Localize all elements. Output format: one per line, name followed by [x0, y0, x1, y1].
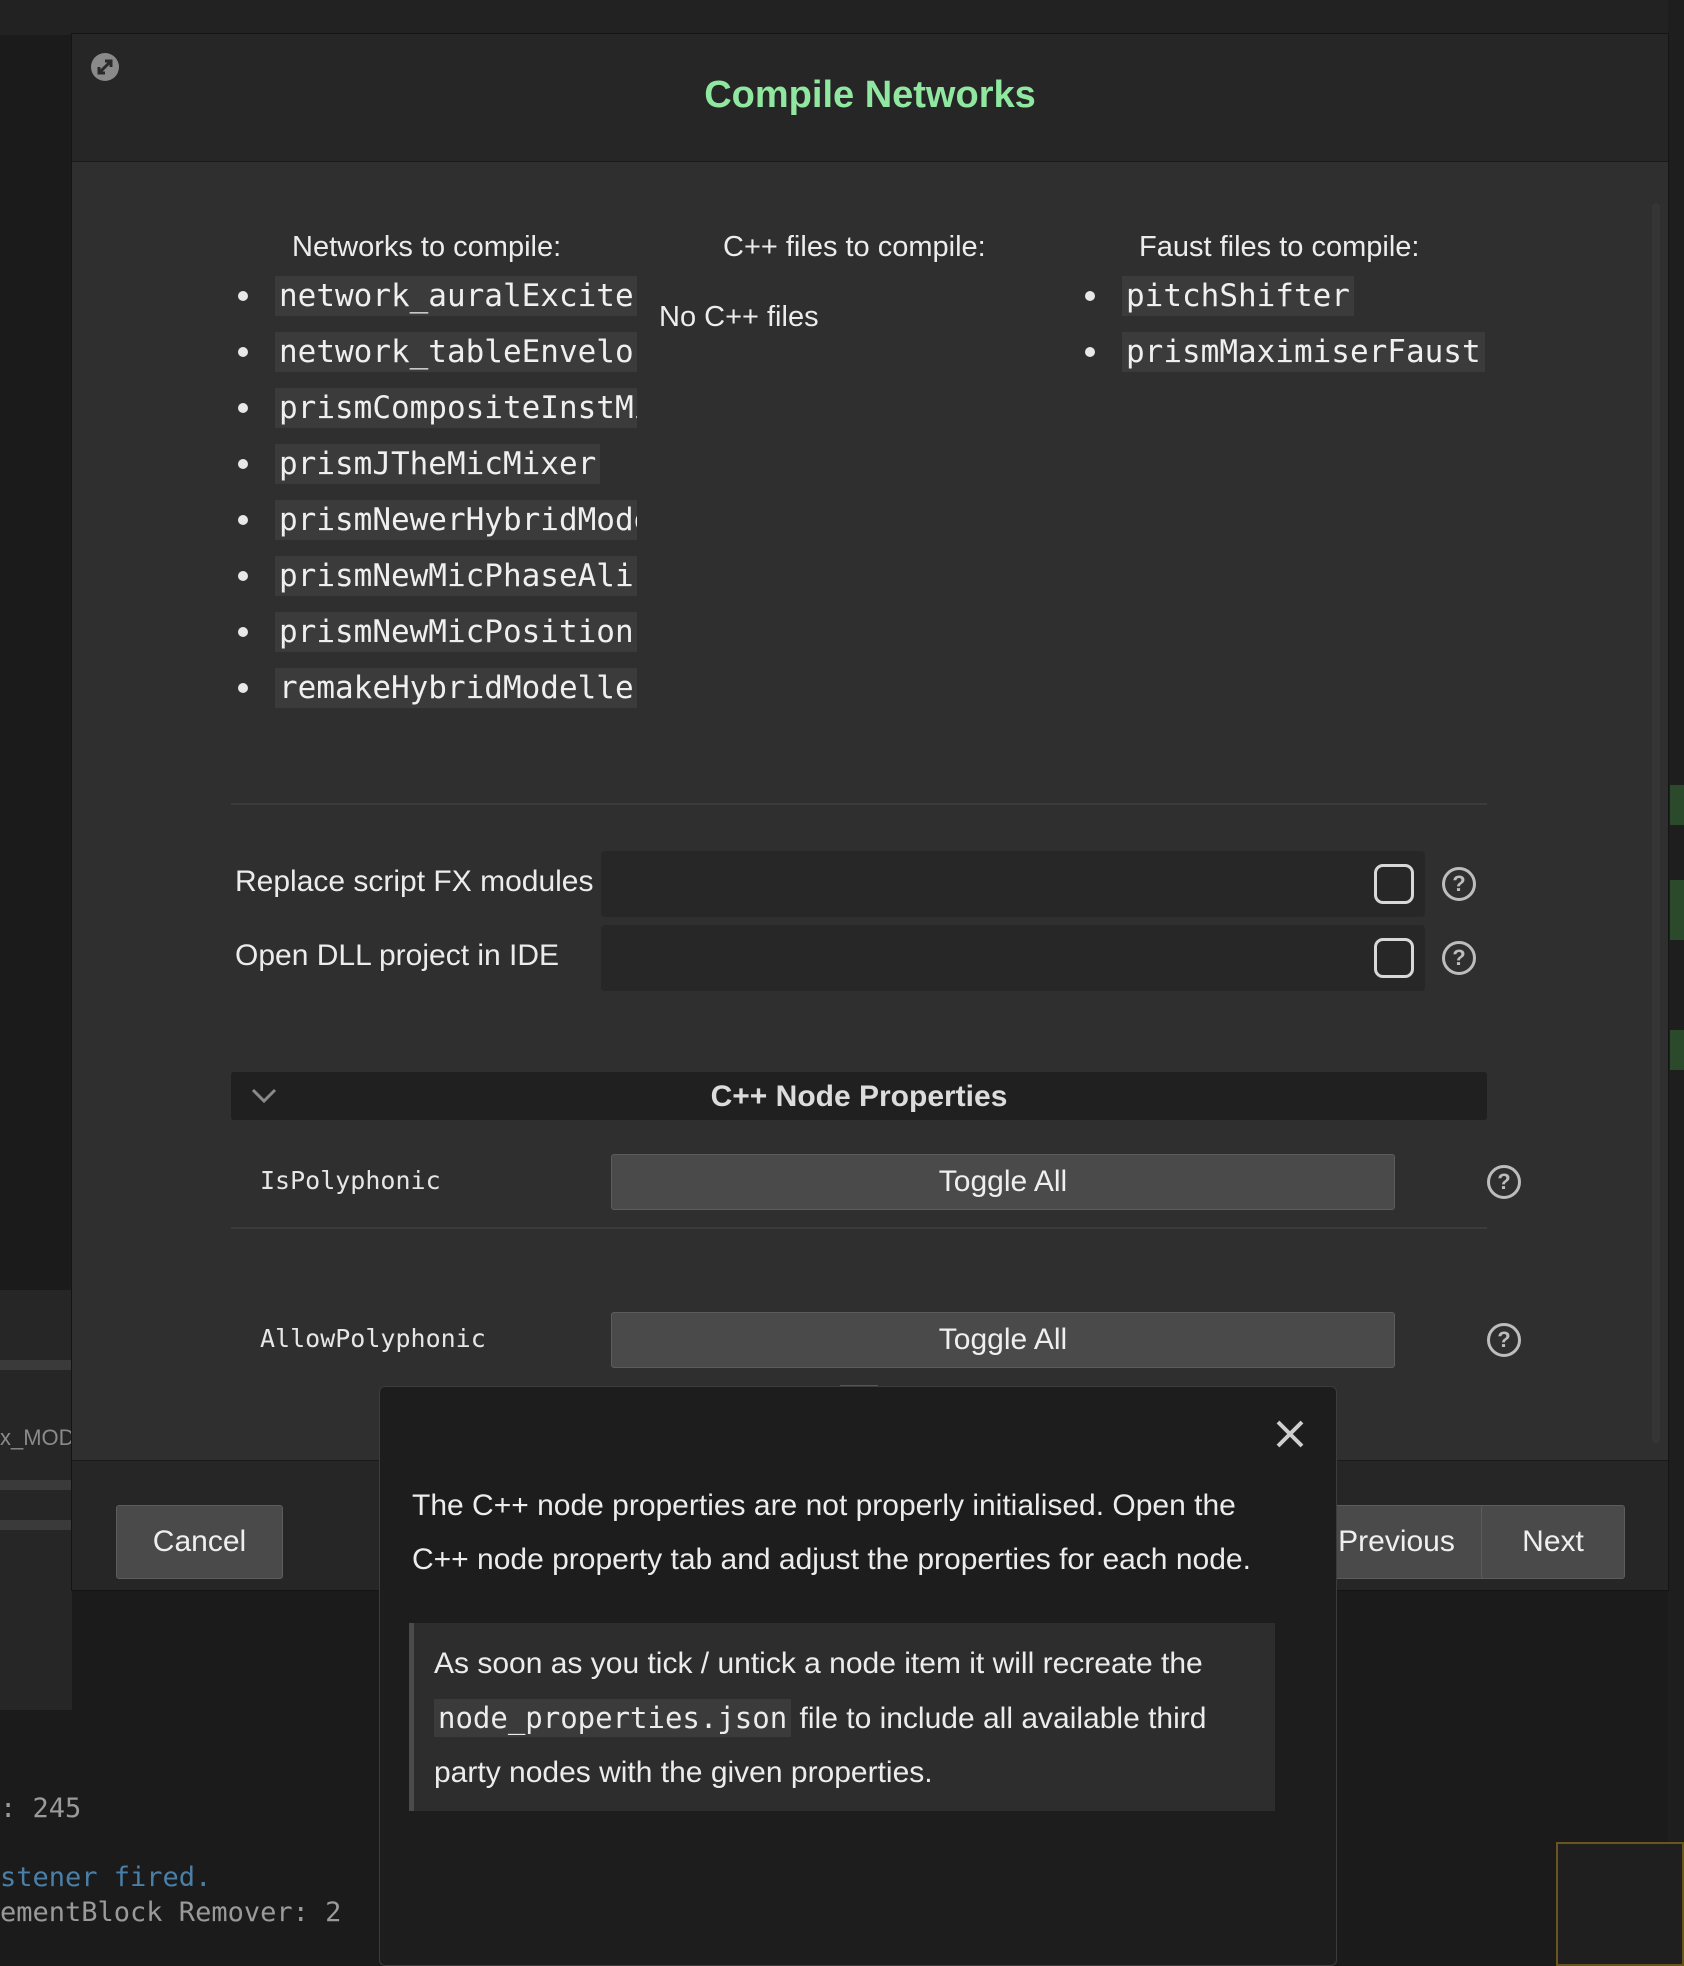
list-item: pitchShifter: [1085, 268, 1485, 324]
dialog-body: Networks to compile: network_auralExcite…: [72, 163, 1668, 1460]
network-name: network_tableEnvelo: [275, 332, 637, 372]
list-item: network_auralExcite: [238, 268, 637, 324]
background-module-label: x_MOD: [0, 1425, 75, 1450]
cancel-button[interactable]: Cancel: [116, 1505, 283, 1579]
list-item: prismMaximiserFaust: [1085, 324, 1485, 380]
dialog-header: Compile Networks: [72, 34, 1668, 162]
cpp-heading: C++ files to compile:: [723, 231, 986, 263]
background-right-strip: [1670, 785, 1684, 825]
popup-note: As soon as you tick / untick a node item…: [409, 1623, 1275, 1811]
popup-message: The C++ node properties are not properly…: [412, 1489, 1251, 1576]
note-text: As soon as you tick / untick a node item…: [434, 1647, 1203, 1680]
replace-script-fx-checkbox[interactable]: [1374, 864, 1414, 904]
scrollbar[interactable]: [1652, 203, 1660, 1443]
console-line: ementBlock Remover: 2: [0, 1897, 342, 1928]
property-name: IsPolyphonic: [260, 1166, 441, 1195]
background-left-bar: [0, 1480, 72, 1490]
network-name: prismJTheMicMixer: [275, 444, 601, 484]
bullet: [238, 291, 248, 301]
property-name: AllowPolyphonic: [260, 1324, 486, 1353]
network-name: prismCompositeInstMi: [275, 388, 637, 428]
background-console: : 245 stener fired. ementBlock Remover: …: [0, 1780, 380, 1966]
section-title: C++ Node Properties: [710, 1080, 1008, 1113]
list-item: prismNewMicPhaseAli: [238, 548, 637, 604]
bullet: [238, 347, 248, 357]
list-item: prismCompositeInstMi: [238, 380, 637, 436]
help-icon[interactable]: ?: [1442, 867, 1476, 901]
network-name: prismNewMicPosition: [275, 612, 637, 652]
background-right-strip: [1670, 880, 1684, 940]
background-node: [1556, 1842, 1684, 1966]
close-icon[interactable]: [1273, 1417, 1307, 1451]
dialog-title: Compile Networks: [704, 74, 1036, 116]
toggle-all-button[interactable]: Toggle All: [611, 1154, 1395, 1210]
list-item: prismNewerHybridMode: [238, 492, 637, 548]
faust-file-name: pitchShifter: [1122, 276, 1354, 316]
network-name: prismNewerHybridMode: [275, 500, 637, 540]
background-right-strip: [1670, 1030, 1684, 1070]
help-icon[interactable]: ?: [1442, 941, 1476, 975]
toggle-all-button[interactable]: Toggle All: [611, 1312, 1395, 1368]
background-right-panel: [1668, 0, 1684, 1966]
warning-popup: The C++ node properties are not properly…: [379, 1386, 1337, 1966]
open-dll-checkbox[interactable]: [1374, 938, 1414, 978]
network-name: network_auralExcite: [275, 276, 637, 316]
no-cpp-text: No C++ files: [659, 301, 819, 333]
faust-file-name: prismMaximiserFaust: [1122, 332, 1485, 372]
faust-heading: Faust files to compile:: [1139, 231, 1420, 263]
bullet: [238, 403, 248, 413]
help-icon[interactable]: ?: [1487, 1165, 1521, 1199]
cpp-node-properties-header[interactable]: C++ Node Properties: [231, 1072, 1487, 1120]
bullet: [238, 515, 248, 525]
list-item: prismNewMicPosition: [238, 604, 637, 660]
divider: [231, 803, 1487, 805]
bullet: [1085, 347, 1095, 357]
list-item: prismJTheMicMixer: [238, 436, 637, 492]
list-item: remakeHybridModelle: [238, 660, 637, 716]
open-dll-label: Open DLL project in IDE: [235, 939, 560, 972]
help-icon[interactable]: ?: [1487, 1323, 1521, 1357]
open-dll-row: [601, 925, 1425, 991]
bullet: [238, 683, 248, 693]
divider: [231, 1227, 1487, 1229]
compile-networks-dialog: Compile Networks Networks to compile: ne…: [71, 33, 1669, 1591]
next-button[interactable]: Next: [1481, 1505, 1625, 1579]
bullet: [238, 571, 248, 581]
background-left-bar: [0, 1520, 72, 1530]
networks-list: network_auralExcite network_tableEnvelo …: [238, 268, 637, 716]
bullet: [1085, 291, 1095, 301]
bullet: [238, 459, 248, 469]
background-left-bar: [0, 1360, 72, 1370]
network-name: remakeHybridModelle: [275, 668, 637, 708]
bullet: [238, 627, 248, 637]
replace-script-fx-label: Replace script FX modules: [235, 865, 594, 898]
faust-list: pitchShifter prismMaximiserFaust: [1085, 268, 1485, 380]
console-line: : 245: [0, 1793, 82, 1824]
list-item: network_tableEnvelo: [238, 324, 637, 380]
replace-script-fx-row: [601, 851, 1425, 917]
network-name: prismNewMicPhaseAli: [275, 556, 637, 596]
background-toolbar: [0, 0, 1684, 35]
note-code: node_properties.json: [434, 1699, 792, 1737]
networks-heading: Networks to compile:: [292, 231, 562, 263]
background-left-panel: [0, 1290, 72, 1710]
